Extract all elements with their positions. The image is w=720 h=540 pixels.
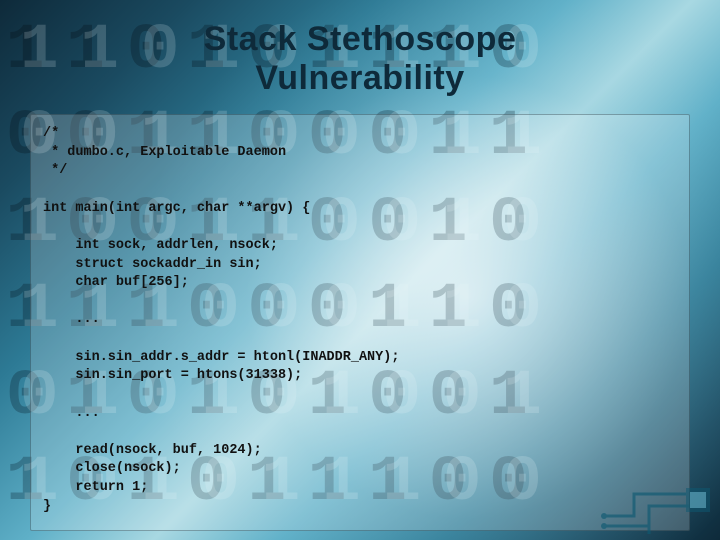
- slide-content: Stack Stethoscope Vulnerability /* * dum…: [0, 0, 720, 540]
- title-line-2: Vulnerability: [255, 59, 464, 97]
- title-line-1: Stack Stethoscope: [204, 20, 517, 58]
- slide-title: Stack Stethoscope Vulnerability: [204, 20, 517, 98]
- decorative-circuit-icon: [594, 476, 714, 536]
- code-listing: /* * dumbo.c, Exploitable Daemon */ int …: [43, 125, 677, 516]
- code-box: /* * dumbo.c, Exploitable Daemon */ int …: [30, 114, 690, 531]
